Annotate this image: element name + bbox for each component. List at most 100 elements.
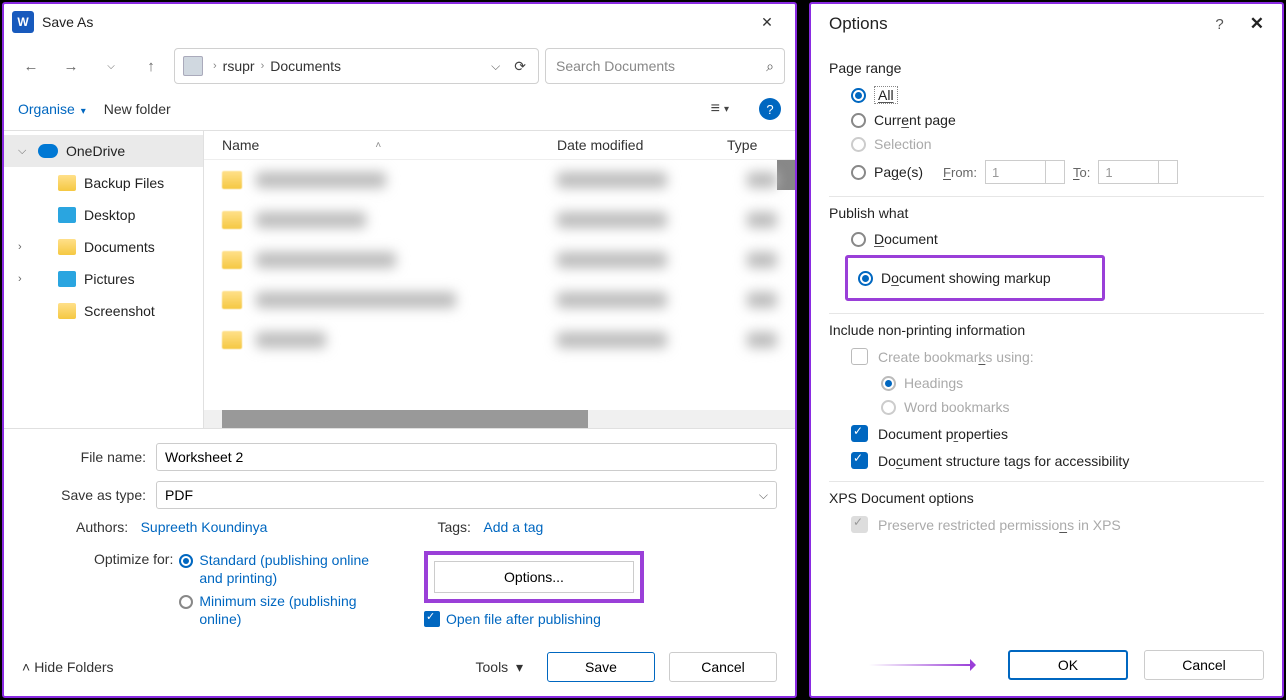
open-after-checkbox[interactable]: Open file after publishing — [424, 611, 684, 627]
chevron-right-icon[interactable]: › — [259, 60, 267, 72]
sidebar-item-onedrive[interactable]: ⌵ OneDrive — [4, 135, 203, 167]
chevron-right-icon[interactable]: › — [211, 60, 219, 72]
publish-markup-highlight: Document showing markup — [845, 255, 1105, 301]
search-icon: ⌕ — [766, 58, 774, 75]
annotation-arrow — [869, 664, 992, 666]
cloud-icon — [38, 144, 58, 158]
range-current-radio[interactable]: Current page — [851, 112, 1264, 128]
radio-selected-icon — [858, 271, 873, 286]
chevron-right-icon[interactable]: › — [18, 241, 30, 253]
cancel-button[interactable]: Cancel — [1144, 650, 1264, 680]
filename-input[interactable] — [156, 443, 777, 471]
cancel-button[interactable]: Cancel — [669, 652, 777, 682]
radio-disabled-icon — [881, 400, 896, 415]
forward-icon[interactable]: → — [54, 50, 88, 82]
crumb-user[interactable]: rsupr — [219, 58, 259, 74]
folder-icon — [58, 303, 76, 319]
section-publish-what: Publish what — [829, 196, 1264, 221]
close-icon[interactable]: ✕ — [1250, 14, 1264, 34]
checkbox-checked-icon — [851, 425, 868, 442]
bookmarks-word-radio: Word bookmarks — [881, 399, 1264, 415]
doc-properties-checkbox[interactable]: Document properties — [851, 425, 1264, 442]
list-item[interactable] — [204, 160, 795, 200]
list-item[interactable] — [204, 320, 795, 360]
checkbox-checked-icon — [851, 452, 868, 469]
new-folder-button[interactable]: New folder — [104, 101, 171, 117]
tags-value[interactable]: Add a tag — [483, 519, 543, 535]
address-bar[interactable]: › rsupr › Documents ⌵ ⟳ — [174, 48, 539, 84]
saveas-footer: ˄ Hide Folders Tools ▾ Save Cancel — [4, 642, 795, 696]
optimize-minimum-radio[interactable]: Minimum size (publishing online) — [179, 592, 394, 628]
hide-folders-button[interactable]: ˄ Hide Folders — [22, 659, 114, 675]
up-icon[interactable]: ↑ — [134, 50, 168, 82]
options-title: Options — [829, 14, 888, 34]
section-page-range: Page range — [829, 60, 1264, 76]
saveas-title: Save As — [42, 14, 93, 30]
range-pages-radio[interactable]: Page(s) From: 1▲▼ To: 1▲▼ — [851, 160, 1264, 184]
folder-tree: ⌵ OneDrive Backup Files Desktop › Docume… — [4, 131, 204, 428]
publish-markup-radio[interactable]: Document showing markup — [858, 270, 1096, 286]
tools-menu[interactable]: Tools ▾ — [476, 659, 524, 676]
chevron-down-icon[interactable]: ⌵ — [481, 59, 510, 74]
radio-icon — [851, 165, 866, 180]
radio-icon — [179, 595, 193, 609]
publish-document-radio[interactable]: Document — [851, 231, 1264, 247]
sidebar-item-pictures[interactable]: › Pictures — [4, 263, 203, 295]
authors-value[interactable]: Supreeth Koundinya — [141, 519, 268, 535]
col-type[interactable]: Type — [727, 137, 777, 153]
savetype-select[interactable]: PDF — [156, 481, 777, 509]
radio-disabled-icon — [881, 376, 896, 391]
radio-selected-icon — [179, 554, 193, 568]
options-titlebar: Options ? ✕ — [811, 4, 1282, 48]
help-icon[interactable]: ? — [759, 98, 781, 120]
list-item[interactable] — [204, 280, 795, 320]
chevron-down-icon[interactable]: ⌵ — [18, 145, 30, 158]
search-input[interactable]: Search Documents ⌕ — [545, 48, 785, 84]
create-bookmarks-checkbox[interactable]: Create bookmarks using: — [851, 348, 1264, 365]
help-icon[interactable]: ? — [1215, 16, 1223, 33]
address-row: ← → ⌵ ↑ › rsupr › Documents ⌵ ⟳ Search D… — [4, 40, 795, 92]
options-footer: OK Cancel — [811, 636, 1282, 696]
back-icon[interactable]: ← — [14, 50, 48, 82]
ok-button[interactable]: OK — [1008, 650, 1128, 680]
to-spinner[interactable]: 1▲▼ — [1098, 160, 1178, 184]
section-xps-options: XPS Document options — [829, 481, 1264, 506]
list-item[interactable] — [204, 240, 795, 280]
col-name[interactable]: Name˄ — [222, 137, 557, 153]
preserve-xps-checkbox: Preserve restricted permissions in XPS — [851, 516, 1264, 533]
range-selection-radio: Selection — [851, 136, 1264, 152]
from-spinner[interactable]: 1▲▼ — [985, 160, 1065, 184]
options-dialog: Options ? ✕ Page range All Current page … — [809, 2, 1284, 698]
from-label: From: — [943, 165, 977, 180]
close-icon[interactable]: ✕ — [747, 8, 787, 36]
section-include-nonprinting: Include non-printing information — [829, 313, 1264, 338]
sidebar-item-backup[interactable]: Backup Files — [4, 167, 203, 199]
range-all-radio[interactable]: All — [851, 86, 1264, 104]
list-header: Name˄ Date modified Type — [204, 131, 795, 160]
chevron-right-icon[interactable]: › — [18, 273, 30, 285]
optimize-label: Optimize for: — [94, 551, 173, 567]
list-item[interactable] — [204, 200, 795, 240]
crumb-documents[interactable]: Documents — [266, 58, 345, 74]
folder-icon — [58, 175, 76, 191]
pictures-icon — [58, 271, 76, 287]
view-mode-button[interactable]: ≡ ▾ — [711, 100, 729, 118]
saveas-titlebar: W Save As ✕ — [4, 4, 795, 40]
doc-structure-checkbox[interactable]: Document structure tags for accessibilit… — [851, 452, 1264, 469]
refresh-icon[interactable]: ⟳ — [510, 58, 530, 75]
optimize-standard-radio[interactable]: Standard (publishing online and printing… — [179, 551, 394, 587]
options-button[interactable]: Options... — [434, 561, 634, 593]
scrollbar-vertical[interactable] — [777, 160, 795, 190]
organise-menu[interactable]: Organise ▾ — [18, 101, 86, 117]
sidebar-item-documents[interactable]: › Documents — [4, 231, 203, 263]
location-icon — [183, 56, 203, 76]
save-button[interactable]: Save — [547, 652, 655, 682]
sidebar-item-screenshot[interactable]: Screenshot — [4, 295, 203, 327]
scrollbar-horizontal[interactable] — [204, 410, 795, 428]
sidebar-item-desktop[interactable]: Desktop — [4, 199, 203, 231]
authors-label: Authors: — [76, 519, 128, 535]
col-date[interactable]: Date modified — [557, 137, 727, 153]
to-label: To: — [1073, 165, 1090, 180]
recent-dropdown-icon[interactable]: ⌵ — [94, 50, 128, 82]
radio-icon — [851, 113, 866, 128]
